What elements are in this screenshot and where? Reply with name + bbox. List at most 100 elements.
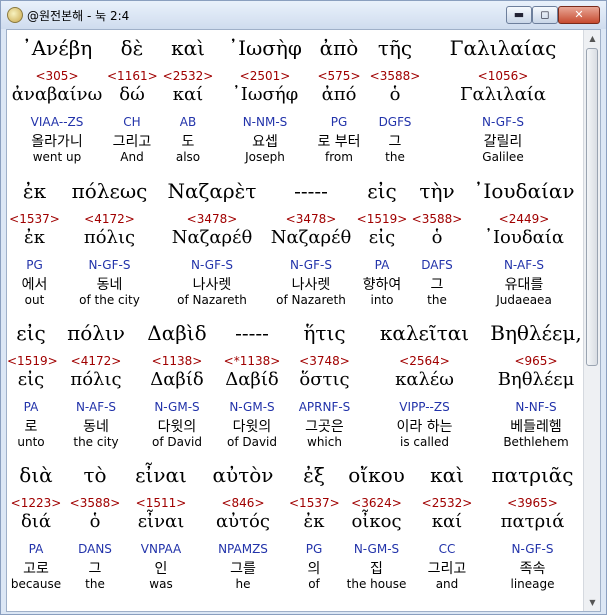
close-button[interactable]: ✕	[558, 6, 600, 24]
parsing-code: VIAA--ZS	[30, 115, 84, 129]
parsing-code: N-AF-S	[75, 400, 117, 414]
english-gloss: of David	[226, 435, 278, 449]
english-gloss: the	[385, 150, 405, 164]
korean-gloss: 그	[88, 561, 102, 577]
word-cell[interactable]: καὶ <2532> καί AB 도 also	[157, 32, 219, 174]
greek-word: οἴκου	[348, 463, 405, 487]
strong-number[interactable]: <1519>	[7, 354, 58, 368]
strong-number[interactable]: <846>	[197, 496, 289, 510]
english-gloss: the house	[346, 577, 407, 591]
korean-gloss: 베들레헴	[510, 419, 562, 435]
word-cell[interactable]: Βηθλέεμ, <965> Βηθλέεμ N-NF-S 베들레헴 Bethlehem	[487, 317, 585, 459]
word-cell[interactable]: δὲ <1161> δώ CH 그리고 And	[107, 32, 158, 174]
scroll-up-arrow-icon[interactable]: ▲	[585, 31, 600, 46]
word-cell[interactable]: εἰς <1519> εἰς PA 로 unto	[7, 317, 58, 459]
word-cell[interactable]: καλεῖται <2564> καλέω VIPP--ZS 이라 하는 is calle…	[362, 317, 487, 459]
english-gloss: And	[120, 150, 144, 164]
strong-number[interactable]: <2501>	[219, 69, 311, 83]
strong-number[interactable]: <3478>	[157, 212, 267, 226]
strong-number[interactable]: <1511>	[125, 496, 197, 510]
korean-gloss: 그를	[230, 561, 256, 577]
strong-number[interactable]: <3624>	[339, 496, 414, 510]
greek-word: εἰς	[367, 179, 397, 203]
greek-word: ᾽Ανέβη	[21, 36, 93, 60]
word-cell[interactable]: ἐκ <1537> ἐκ PG 에서 out	[7, 175, 62, 317]
word-cell[interactable]: ᾽Ιουδαίαν <2449> ᾽Ιουδαία N-AF-S 유대를 Judaeaea	[465, 175, 583, 317]
strong-number[interactable]: <965>	[487, 354, 585, 368]
lexical-form: καί	[431, 511, 463, 532]
word-cell[interactable]: Δαβὶδ <1138> Δαβίδ N-GM-S 다윗의 of David	[137, 317, 217, 459]
lexical-form: καί	[172, 84, 204, 105]
parsing-code: NPAMZS	[218, 542, 268, 556]
word-cell[interactable]: πόλιν <4172> πόλις N-AF-S 동네 the city	[55, 317, 137, 459]
word-cell[interactable]: Ναζαρὲτ <3478> Ναζαρέθ N-GF-S 나사렛 of Nazareth	[157, 175, 267, 317]
strong-number[interactable]: <1056>	[423, 69, 583, 83]
strong-number[interactable]: <*1138>	[217, 354, 287, 368]
lexical-form: Δαβίδ	[150, 369, 204, 390]
korean-gloss: 이라 하는	[396, 419, 453, 435]
strong-number[interactable]: <3478>	[267, 212, 355, 226]
strong-number[interactable]: <2532>	[157, 69, 219, 83]
word-cell[interactable]: πόλεως <4172> πόλις N-GF-S 동네 of the city	[62, 175, 157, 317]
word-cell[interactable]: διὰ <1223> διά PA 고로 because	[7, 459, 65, 601]
korean-gloss: 그	[388, 134, 402, 150]
maximize-button[interactable]: ◻	[532, 6, 558, 24]
korean-gloss: 그리고	[112, 134, 152, 150]
word-cell[interactable]: εἶναι <1511> εἶναι VNPAA 인 was	[125, 459, 197, 601]
word-cell[interactable]: ἐξ <1537> ἐκ PG 의 of	[289, 459, 340, 601]
word-cell[interactable]: ἀπὸ <575> ἀπό PG 로 부터 from	[311, 32, 367, 174]
strong-number[interactable]: <3588>	[409, 212, 465, 226]
word-cell[interactable]: τῆς <3588> ὁ DGFS 그 the	[367, 32, 423, 174]
vertical-scrollbar[interactable]: ▲ ▼	[583, 30, 600, 611]
word-cell[interactable]: Γαλιλαίας <1056> Γαλιλαία N-GF-S 갈릴리 Galilee	[423, 32, 583, 174]
interlinear-row: ἐκ <1537> ἐκ PG 에서 out πόλεως <4172> πόλις N-GF-S…	[7, 175, 583, 317]
english-gloss: is called	[399, 435, 450, 449]
strong-number[interactable]: <1537>	[7, 212, 62, 226]
word-cell[interactable]: τὸ <3588> ὁ DANS 그 the	[65, 459, 125, 601]
strong-number[interactable]: <3588>	[367, 69, 423, 83]
word-cell[interactable]: εἰς <1519> εἰς PA 향하여 into	[355, 175, 409, 317]
parsing-code: AB	[179, 115, 197, 129]
lexical-form: ἐκ	[303, 511, 325, 532]
strong-number[interactable]: <3965>	[480, 496, 585, 510]
word-cell[interactable]: ᾽Ανέβη <305> ἀναβαίνω VIAA--ZS 올라가니 went up	[7, 32, 107, 174]
minimize-button[interactable]: ▬	[506, 6, 532, 24]
parsing-code: DAFS	[421, 258, 453, 272]
strong-number[interactable]: <2532>	[414, 496, 480, 510]
title-bar[interactable]: @원전본해 - 눅 2:4 ▬ ◻ ✕	[1, 1, 606, 29]
english-gloss: of the city	[79, 293, 140, 307]
scroll-thumb[interactable]	[586, 48, 598, 366]
strong-number[interactable]: <2564>	[362, 354, 487, 368]
scroll-down-arrow-icon[interactable]: ▼	[585, 595, 600, 610]
strong-number[interactable]: <4172>	[55, 354, 137, 368]
lexical-form: ἀπό	[321, 84, 357, 105]
strong-number[interactable]: <305>	[7, 69, 107, 83]
strong-number[interactable]: <4172>	[62, 212, 157, 226]
word-cell[interactable]: ----- <*1138> Δαβίδ N-GM-S 다윗의 of David	[217, 317, 287, 459]
strong-number[interactable]: <1519>	[355, 212, 409, 226]
strong-number[interactable]: <3748>	[287, 354, 362, 368]
word-cell[interactable]: ᾽Ιωσὴφ <2501> ᾽Ιωσήφ N-NM-S 요셉 Joseph	[219, 32, 311, 174]
strong-number[interactable]: <1223>	[7, 496, 65, 510]
word-cell[interactable]: ----- <3478> Ναζαρέθ N-GF-S 나사렛 of Nazareth	[267, 175, 355, 317]
strong-number[interactable]: <1161>	[107, 69, 158, 83]
word-cell[interactable]: οἴκου <3624> οἶκος N-GM-S 집 the house	[339, 459, 414, 601]
strong-number[interactable]: <2449>	[465, 212, 583, 226]
english-gloss: lineage	[510, 577, 555, 591]
word-cell[interactable]: αὐτὸν <846> αὐτός NPAMZS 그를 he	[197, 459, 289, 601]
word-cell[interactable]: τὴν <3588> ὁ DAFS 그 the	[409, 175, 465, 317]
korean-gloss: 향하여	[362, 277, 402, 293]
word-cell[interactable]: πατριᾶς <3965> πατριά N-GF-S 족속 lineage	[480, 459, 585, 601]
parsing-code: N-GF-S	[88, 258, 131, 272]
greek-word: ᾽Ιουδαίαν	[473, 179, 575, 203]
english-gloss: the	[85, 577, 105, 591]
strong-number[interactable]: <3588>	[65, 496, 125, 510]
english-gloss: Bethlehem	[503, 435, 569, 449]
lexical-form: πατριά	[500, 511, 565, 532]
word-cell[interactable]: καὶ <2532> καί CC 그리고 and	[414, 459, 480, 601]
strong-number[interactable]: <1537>	[289, 496, 340, 510]
strong-number[interactable]: <575>	[311, 69, 367, 83]
parsing-code: N-GF-S	[290, 258, 332, 272]
word-cell[interactable]: ἥτις <3748> ὅστις APRNF-S 그곳은 which	[287, 317, 362, 459]
strong-number[interactable]: <1138>	[137, 354, 217, 368]
